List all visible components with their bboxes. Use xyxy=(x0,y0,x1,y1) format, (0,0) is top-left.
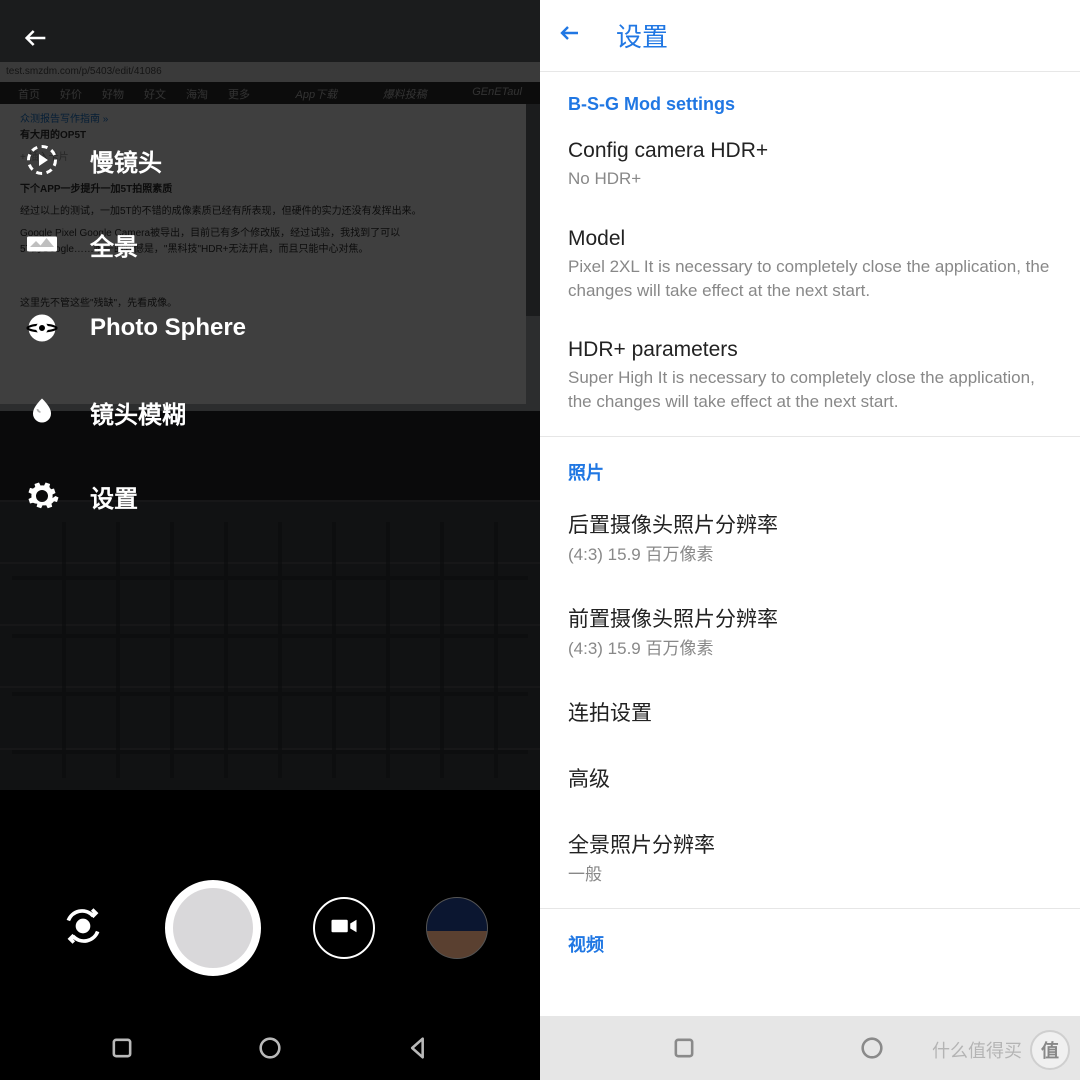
android-navbar-left xyxy=(0,1016,540,1080)
mode-label: 全景 xyxy=(90,227,138,262)
row-panorama-resolution[interactable]: 全景照片分辨率 一般 xyxy=(540,811,1080,905)
section-header: 视频 xyxy=(540,909,1080,963)
section-video: 视频 xyxy=(540,908,1080,967)
row-burst-settings[interactable]: 连拍设置 xyxy=(540,679,1080,745)
back-button[interactable] xyxy=(558,21,582,50)
camera-mode-list: 慢镜头 全景 Photo Sphere 镜头模糊 xyxy=(0,118,540,538)
switch-camera-button[interactable] xyxy=(52,897,114,959)
row-front-resolution[interactable]: 前置摄像头照片分辨率 (4:3) 15.9 百万像素 xyxy=(540,585,1080,679)
nav-recent-button[interactable] xyxy=(670,1034,698,1062)
section-header: B-S-G Mod settings xyxy=(540,72,1080,121)
mode-slow-motion[interactable]: 慢镜头 xyxy=(0,118,540,202)
row-hdr-parameters[interactable]: HDR+ parameters Super High It is necessa… xyxy=(540,320,1080,432)
nav-recent-button[interactable] xyxy=(108,1034,136,1062)
watermark-text: 什么值得买 xyxy=(932,1037,1022,1063)
mode-settings[interactable]: 设置 xyxy=(0,454,540,538)
section-photo: 照片 后置摄像头照片分辨率 (4:3) 15.9 百万像素 前置摄像头照片分辨率… xyxy=(540,436,1080,908)
nav-back-button[interactable] xyxy=(404,1034,432,1062)
section-bsg-mod: B-S-G Mod settings Config camera HDR+ No… xyxy=(540,72,1080,436)
settings-icon xyxy=(22,476,62,516)
page-title: 设置 xyxy=(616,17,668,54)
settings-pane: 设置 B-S-G Mod settings Config camera HDR+… xyxy=(540,0,1080,1080)
gallery-thumbnail[interactable] xyxy=(426,897,488,959)
camera-bottom-bar xyxy=(0,790,540,1016)
video-mode-button[interactable] xyxy=(313,897,375,959)
mode-lens-blur[interactable]: 镜头模糊 xyxy=(0,370,540,454)
mode-label: 镜头模糊 xyxy=(90,395,186,430)
watermark-badge-icon: 值 xyxy=(1030,1030,1070,1070)
row-rear-resolution[interactable]: 后置摄像头照片分辨率 (4:3) 15.9 百万像素 xyxy=(540,491,1080,585)
lensblur-icon xyxy=(22,392,62,432)
photosphere-icon xyxy=(22,308,62,348)
slowmo-icon xyxy=(22,140,62,180)
back-button[interactable] xyxy=(16,20,56,60)
mode-panorama[interactable]: 全景 xyxy=(0,202,540,286)
nav-home-button[interactable] xyxy=(256,1034,284,1062)
settings-header: 设置 xyxy=(540,0,1080,72)
settings-body[interactable]: B-S-G Mod settings Config camera HDR+ No… xyxy=(540,72,1080,1016)
mode-photosphere[interactable]: Photo Sphere xyxy=(0,286,540,370)
mode-label: Photo Sphere xyxy=(90,314,246,342)
watermark: 什么值得买 值 xyxy=(932,1030,1070,1070)
section-header: 照片 xyxy=(540,437,1080,491)
mode-label: 慢镜头 xyxy=(90,143,162,178)
mode-label: 设置 xyxy=(90,479,138,514)
row-advanced[interactable]: 高级 xyxy=(540,745,1080,811)
shutter-button[interactable] xyxy=(165,880,261,976)
camera-switch-icon xyxy=(61,904,105,953)
arrow-left-icon xyxy=(22,24,50,57)
row-config-hdr[interactable]: Config camera HDR+ No HDR+ xyxy=(540,121,1080,209)
row-model[interactable]: Model Pixel 2XL It is necessary to compl… xyxy=(540,209,1080,321)
arrow-left-icon xyxy=(558,32,582,49)
panorama-icon xyxy=(22,224,62,264)
nav-home-button[interactable] xyxy=(858,1034,886,1062)
videocam-icon xyxy=(329,911,359,946)
camera-app-pane: test.smzdm.com/p/5403/edit/41086 首页 好价 好… xyxy=(0,0,540,1080)
